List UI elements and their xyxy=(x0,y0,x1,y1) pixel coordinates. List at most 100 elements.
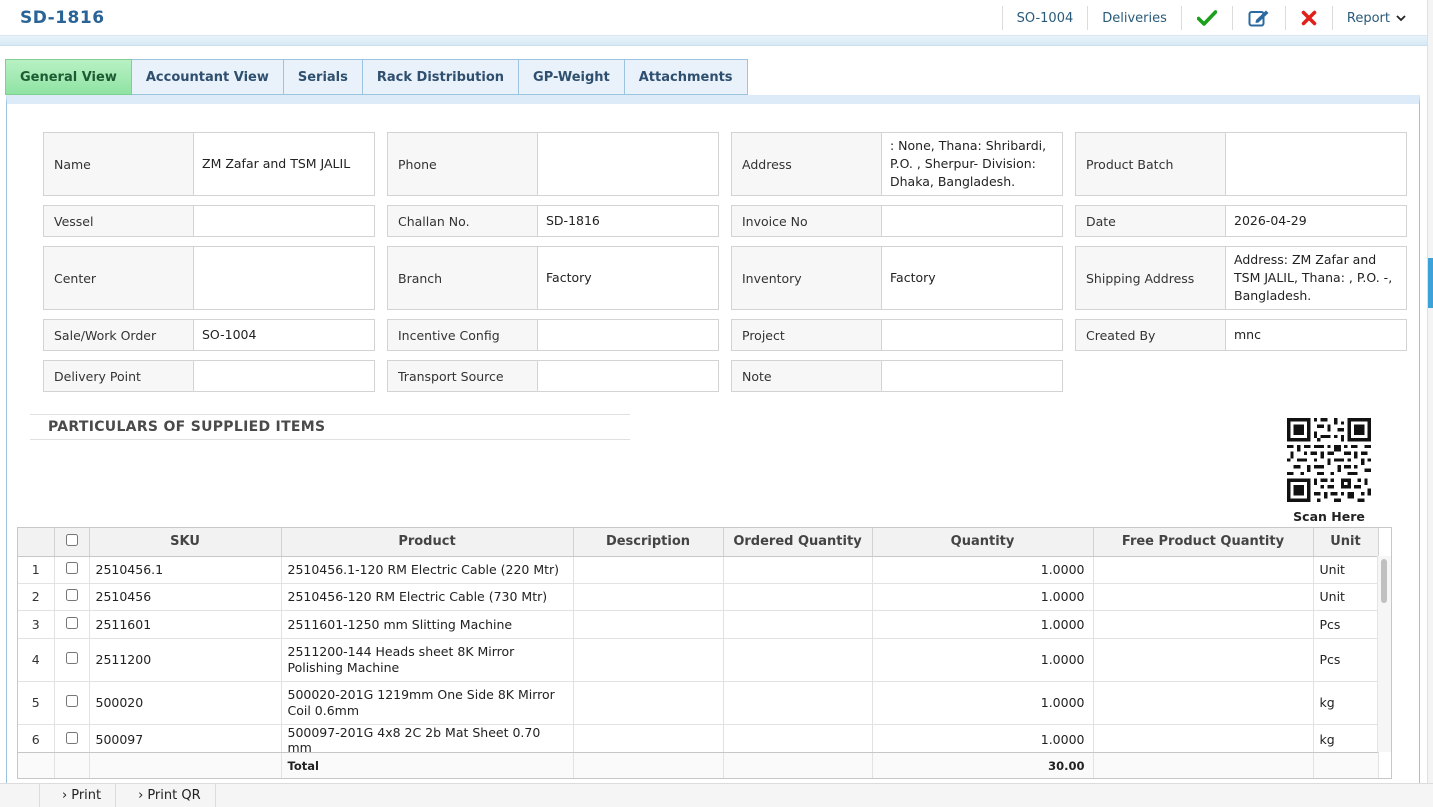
description-cell xyxy=(573,724,724,756)
print-button[interactable]: › Print xyxy=(40,784,117,807)
field-label: Invoice No xyxy=(732,206,882,236)
table-row[interactable]: 1 2510456.1 2510456.1-120 RM Electric Ca… xyxy=(18,556,1379,584)
field-value xyxy=(882,320,1062,350)
field-label: Branch xyxy=(388,247,538,309)
row-number: 2 xyxy=(18,583,55,611)
select-all-checkbox[interactable] xyxy=(65,533,78,546)
report-dropdown[interactable]: Report xyxy=(1331,6,1421,30)
chevron-right-icon: › xyxy=(62,788,68,803)
column-header-free-product-quantity[interactable]: Free Product Quantity xyxy=(1093,528,1314,557)
close-icon xyxy=(1301,10,1317,26)
row-checkbox[interactable] xyxy=(65,616,78,629)
field-value: ZM Zafar and TSM JALIL xyxy=(202,156,351,171)
free-quantity-cell xyxy=(1093,724,1314,756)
column-header-ordered-quantity[interactable]: Ordered Quantity xyxy=(723,528,873,557)
table-row[interactable]: 2 2510456 2510456-120 RM Electric Cable … xyxy=(18,583,1379,611)
unit-cell: Pcs xyxy=(1313,638,1379,682)
row-checkbox[interactable] xyxy=(65,695,78,707)
field-incentive-config: Incentive Config xyxy=(387,319,719,351)
field-name: Name ZM Zafar and TSM JALIL xyxy=(43,132,375,196)
tab-attachments[interactable]: Attachments xyxy=(624,59,748,95)
approve-button[interactable] xyxy=(1180,6,1232,30)
table-row[interactable]: 4 2511200 2511200-144 Heads sheet 8K Mir… xyxy=(18,638,1379,682)
product-cell: 500097-201G 4x8 2C 2b Mat Sheet 0.70 mm xyxy=(281,724,574,756)
sales-order-link[interactable]: SO-1004 xyxy=(1001,6,1088,30)
field-invoice-no: Invoice No xyxy=(731,205,1063,237)
row-checkbox[interactable] xyxy=(65,562,78,574)
ordered-quantity-cell xyxy=(723,583,873,611)
description-cell xyxy=(573,681,724,725)
table-row[interactable]: 5 500020 500020-201G 1219mm One Side 8K … xyxy=(18,681,1379,725)
field-value xyxy=(538,133,718,195)
tab-serials[interactable]: Serials xyxy=(283,59,363,95)
grid-scrollbar-thumb[interactable] xyxy=(1381,559,1387,603)
row-select-cell xyxy=(54,724,90,756)
field-center: Center xyxy=(43,246,375,310)
table-row[interactable]: 3 2511601 2511601-1250 mm Slitting Machi… xyxy=(18,610,1379,639)
quantity-cell: 1.0000 xyxy=(872,610,1094,639)
field-value: 2026-04-29 xyxy=(1234,213,1307,228)
field-delivery-point: Delivery Point xyxy=(43,360,375,392)
quantity-total: 30.00 xyxy=(872,753,1094,778)
unit-cell: Unit xyxy=(1313,583,1379,611)
row-number: 5 xyxy=(18,681,55,725)
field-label: Date xyxy=(1076,206,1226,236)
tab-accountant-view[interactable]: Accountant View xyxy=(131,59,284,95)
tab-gp-weight[interactable]: GP-Weight xyxy=(519,59,625,95)
header-strip xyxy=(0,36,1427,46)
tab-general-view[interactable]: General View xyxy=(5,59,132,95)
page-scrollbar[interactable] xyxy=(1427,0,1433,807)
description-cell xyxy=(573,583,724,611)
tab-rack-distribution[interactable]: Rack Distribution xyxy=(362,59,520,95)
field-value xyxy=(882,206,1062,236)
column-header-product[interactable]: Product xyxy=(281,528,574,557)
column-header-description[interactable]: Description xyxy=(573,528,724,557)
check-icon xyxy=(1196,10,1217,26)
field-value xyxy=(194,247,374,309)
row-number: 3 xyxy=(18,610,55,639)
field-value: Address: ZM Zafar and TSM JALIL, Thana: … xyxy=(1234,252,1393,303)
ordered-quantity-cell xyxy=(723,638,873,682)
quantity-cell: 1.0000 xyxy=(872,556,1094,584)
column-header-sku[interactable]: SKU xyxy=(89,528,282,557)
table-header-row: SKU Product Description Ordered Quantity… xyxy=(18,528,1379,557)
toolbar: SO-1004 Deliveries Report xyxy=(1001,6,1421,30)
sku-cell: 500020 xyxy=(89,681,282,725)
deliveries-link[interactable]: Deliveries xyxy=(1087,6,1181,30)
grid-summary-row: Total 30.00 xyxy=(18,752,1379,778)
unit-cell: kg xyxy=(1313,724,1379,756)
free-quantity-cell xyxy=(1093,610,1314,639)
field-value xyxy=(538,361,718,391)
report-label: Report xyxy=(1346,10,1390,26)
field-value xyxy=(194,361,374,391)
row-checkbox[interactable] xyxy=(65,732,78,744)
qr-caption: Scan Here xyxy=(1293,509,1365,524)
bottom-toolbar: › Print › Print QR xyxy=(0,783,1433,807)
field-product-batch: Product Batch xyxy=(1075,132,1407,196)
chevron-down-icon xyxy=(1396,15,1406,22)
row-checkbox[interactable] xyxy=(65,652,78,664)
table-row[interactable]: 6 500097 500097-201G 4x8 2C 2b Mat Sheet… xyxy=(18,724,1379,756)
ordered-quantity-cell xyxy=(723,556,873,584)
field-label: Challan No. xyxy=(388,206,538,236)
grid-scrollbar[interactable] xyxy=(1377,556,1391,752)
row-select-cell xyxy=(54,681,90,725)
quantity-cell: 1.0000 xyxy=(872,583,1094,611)
column-header-unit[interactable]: Unit xyxy=(1313,528,1379,557)
field-value xyxy=(538,320,718,350)
print-qr-button[interactable]: › Print QR xyxy=(116,784,216,807)
field-created-by: Created By mnc xyxy=(1075,319,1407,351)
column-header-quantity[interactable]: Quantity xyxy=(872,528,1094,557)
page-scrollbar-thumb[interactable] xyxy=(1428,258,1433,308)
field-sale-work-order: Sale/Work Order SO-1004 xyxy=(43,319,375,351)
row-select-cell xyxy=(54,556,90,584)
field-note: Note xyxy=(731,360,1063,392)
row-select-cell xyxy=(54,638,90,682)
delete-button[interactable] xyxy=(1284,6,1332,30)
free-quantity-cell xyxy=(1093,583,1314,611)
row-checkbox[interactable] xyxy=(65,589,78,601)
edit-button[interactable] xyxy=(1231,6,1285,30)
field-label: Inventory xyxy=(732,247,882,309)
quantity-cell: 1.0000 xyxy=(872,724,1094,756)
field-transport-source: Transport Source xyxy=(387,360,719,392)
